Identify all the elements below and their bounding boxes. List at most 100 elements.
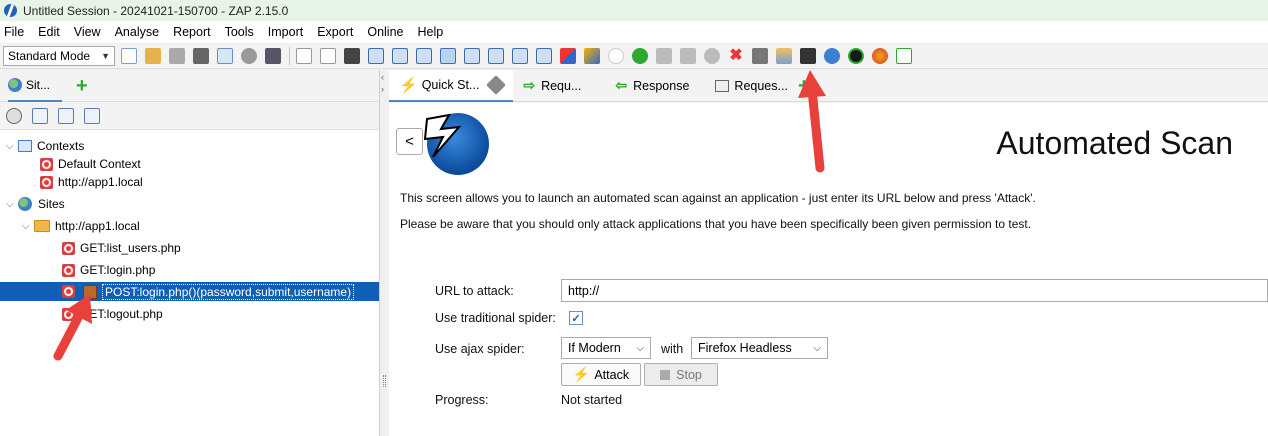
help-icon[interactable] [824, 48, 840, 64]
tree-label: Contexts [37, 139, 85, 153]
tab-label: Requ... [541, 78, 582, 93]
menu-view[interactable]: View [74, 25, 101, 39]
fuzzer-icon[interactable] [752, 48, 768, 64]
context-target-icon [40, 175, 53, 189]
scan-policy-icon[interactable] [584, 48, 600, 64]
tab-response[interactable]: ⇦ Response [605, 70, 699, 102]
layout-list-icon[interactable] [536, 48, 552, 64]
tree-node-sites[interactable]: ⌵ Sites [6, 195, 65, 213]
tab-label: Response [633, 78, 690, 93]
layout-tabs-icon[interactable] [416, 48, 432, 64]
globe-icon [18, 197, 32, 211]
save-session-icon[interactable] [169, 48, 185, 64]
firefox-icon[interactable] [872, 48, 888, 64]
stop-button[interactable]: Stop [644, 363, 718, 386]
folder-icon [34, 220, 50, 232]
layout-full-icon[interactable] [368, 48, 384, 64]
tree-node-contexts[interactable]: ⌵ Contexts [6, 137, 84, 155]
menu-report[interactable]: Report [173, 25, 211, 39]
requester-icon [715, 79, 730, 92]
menu-online[interactable]: Online [367, 25, 403, 39]
chevron-down-icon[interactable]: ⌵ [6, 141, 18, 152]
chevron-down-icon[interactable]: ⌵ [22, 221, 34, 232]
sites-toolbar [0, 102, 379, 130]
browser-select[interactable]: Firefox Headless ⌵ [691, 337, 828, 359]
splitter-grip[interactable] [383, 375, 386, 387]
progress-value: Not started [561, 393, 623, 407]
lightning-icon: ⚡ [572, 366, 591, 382]
panel-splitter[interactable]: ‹ › [381, 70, 388, 436]
mode-select[interactable]: Standard Mode ▼ [3, 46, 115, 66]
pin-icon[interactable] [486, 74, 507, 95]
collapse-right-icon[interactable]: › [381, 84, 384, 94]
add-tab-icon[interactable]: + [76, 76, 88, 96]
menu-edit[interactable]: Edit [38, 25, 60, 39]
tree-node-default-context[interactable]: Default Context [40, 155, 141, 173]
chevron-down-icon[interactable]: ⌵ [6, 199, 18, 210]
export-icon[interactable] [265, 48, 281, 64]
drop-icon[interactable] [704, 48, 720, 64]
mode-select-value: Standard Mode [8, 49, 91, 63]
title-bar: Untitled Session - 20241021-150700 - ZAP… [0, 0, 1268, 21]
scan-target-icon[interactable] [776, 48, 792, 64]
zap-logo [423, 113, 489, 175]
layout-left-icon[interactable] [440, 48, 456, 64]
target-scope-icon[interactable] [6, 107, 22, 124]
menu-import[interactable]: Import [268, 25, 303, 39]
gear-icon[interactable] [241, 48, 257, 64]
tab-label: Reques... [734, 78, 788, 93]
tree-label: GET:login.php [80, 263, 156, 277]
tree-node-get-login[interactable]: GET:login.php [62, 261, 155, 279]
tree-node-site-app1[interactable]: ⌵ http://app1.local [22, 217, 140, 235]
continue-icon[interactable] [680, 48, 696, 64]
add-ons-icon[interactable] [560, 48, 576, 64]
close-icon[interactable]: ✖ [728, 48, 744, 64]
ajax-spider-select[interactable]: If Modern ⌵ [561, 337, 651, 359]
tab-sites[interactable]: Sit... [8, 70, 63, 102]
hide-tab-icon[interactable] [320, 48, 336, 64]
lightbulb-icon[interactable] [608, 48, 624, 64]
traditional-spider-checkbox[interactable]: ✓ [569, 311, 583, 325]
arrow-right-icon: ⇨ [523, 77, 536, 93]
tree-label: http://app1.local [58, 175, 143, 189]
menu-export[interactable]: Export [317, 25, 353, 39]
notes-icon[interactable] [896, 48, 912, 64]
terminal-icon[interactable] [800, 48, 816, 64]
step-icon[interactable] [656, 48, 672, 64]
tree-node-context-app1[interactable]: http://app1.local [40, 173, 143, 191]
url-input[interactable]: http:// [561, 279, 1268, 302]
globe-icon [8, 77, 22, 92]
browser-select-value: Firefox Headless [698, 341, 792, 355]
break-icon[interactable] [632, 48, 648, 64]
menu-analyse[interactable]: Analyse [115, 25, 159, 39]
layout-right-icon[interactable] [464, 48, 480, 64]
stop-button-label: Stop [676, 367, 702, 382]
contexts-icon [18, 140, 32, 152]
tree-node-get-list-users[interactable]: GET:list_users.php [62, 239, 181, 257]
tab-requester[interactable]: Reques... [705, 70, 798, 102]
show-tab-icon[interactable] [296, 48, 312, 64]
attack-button[interactable]: ⚡ Attack [561, 363, 641, 386]
open-session-icon[interactable] [145, 48, 161, 64]
menu-tools[interactable]: Tools [225, 25, 254, 39]
menu-bar: File Edit View Analyse Report Tools Impo… [0, 21, 1268, 43]
layout-top-icon[interactable] [488, 48, 504, 64]
new-context-icon[interactable] [32, 107, 48, 124]
hud-icon[interactable] [848, 48, 864, 64]
menu-file[interactable]: File [4, 25, 24, 39]
layout-split-icon[interactable] [392, 48, 408, 64]
tab-quick-start[interactable]: ⚡ Quick St... [389, 69, 514, 102]
collapse-left-icon[interactable]: ‹ [381, 72, 384, 82]
snapshot-icon[interactable] [193, 48, 209, 64]
tab-request[interactable]: ⇨ Requ... [513, 70, 591, 102]
stop-icon [660, 369, 671, 380]
with-label: with [661, 342, 684, 356]
export-context-icon[interactable] [84, 107, 100, 124]
layout-bottom-icon[interactable] [512, 48, 528, 64]
session-properties-icon[interactable] [217, 48, 233, 64]
import-context-icon[interactable] [58, 107, 74, 124]
target-icon [62, 263, 75, 277]
menu-help[interactable]: Help [418, 25, 444, 39]
tab-names-icon[interactable] [344, 48, 360, 64]
new-session-icon[interactable] [121, 48, 137, 64]
